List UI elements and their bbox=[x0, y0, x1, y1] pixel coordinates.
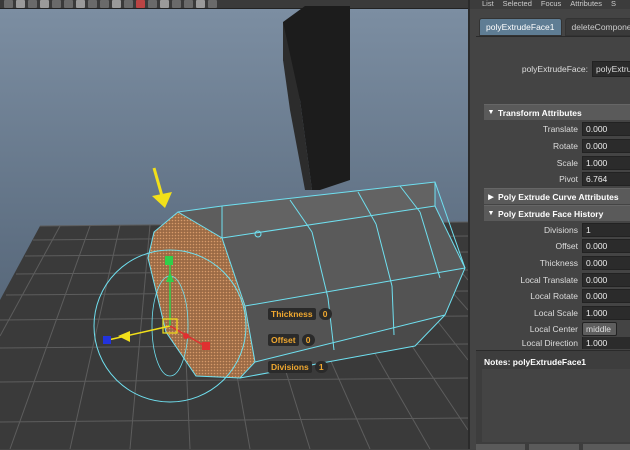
attr-field[interactable]: 6.764 bbox=[582, 172, 630, 186]
attr-field[interactable]: 0.000 bbox=[582, 122, 630, 136]
attr-local-direction: Local Direction 1.000 bbox=[484, 337, 630, 349]
hud-thickness[interactable]: Thickness 0 bbox=[268, 308, 332, 320]
attr-field[interactable]: 1 bbox=[582, 223, 630, 237]
attr-local-translate: Local Translate 0.000 bbox=[484, 272, 630, 288]
menu-attributes[interactable]: Attributes bbox=[570, 0, 602, 9]
attr-field[interactable]: 0.000 bbox=[582, 289, 630, 303]
node-name-row: polyExtrudeFace: polyExtrudeFace1 bbox=[470, 61, 630, 77]
expand-arrow-icon: ▶ bbox=[488, 193, 494, 201]
node-name-label: polyExtrudeFace: bbox=[521, 64, 588, 74]
attr-label: Thickness bbox=[539, 258, 578, 268]
attr-label: Translate bbox=[542, 124, 578, 134]
attr-scale: Scale 1.000 bbox=[484, 155, 630, 171]
attr-field[interactable]: 1.000 bbox=[582, 156, 630, 170]
hud-thickness-label: Thickness bbox=[268, 308, 316, 320]
attr-label: Local Direction bbox=[521, 338, 578, 348]
scene-canvas[interactable] bbox=[0, 0, 468, 449]
collapse-arrow-icon: ▼ bbox=[487, 210, 495, 217]
menu-s[interactable]: S bbox=[611, 0, 616, 9]
notes-textarea[interactable] bbox=[482, 369, 630, 442]
section-title: Poly Extrude Face History bbox=[498, 208, 604, 219]
node-name-field[interactable]: polyExtrudeFace1 bbox=[592, 61, 630, 77]
attr-divisions: Divisions 1 bbox=[484, 222, 630, 238]
menu-selected[interactable]: Selected bbox=[503, 0, 532, 9]
tab-polyextrudeface1[interactable]: polyExtrudeFace1 bbox=[479, 18, 562, 36]
attr-local-center: Local Center middle bbox=[484, 321, 630, 337]
attr-label: Local Translate bbox=[520, 275, 578, 285]
attr-label: Offset bbox=[555, 241, 578, 251]
hud-divisions-value[interactable]: 1 bbox=[314, 361, 328, 373]
menu-list[interactable]: List bbox=[482, 0, 494, 9]
notes-panel: Notes: polyExtrudeFace1 bbox=[476, 350, 630, 450]
tab-deletecomponent[interactable]: deleteComponent bbox=[564, 18, 630, 36]
attr-thickness: Thickness 0.000 bbox=[484, 255, 630, 271]
attr-rotate: Rotate 0.000 bbox=[484, 138, 630, 154]
section-title: Transform Attributes bbox=[498, 107, 582, 118]
attr-local-scale: Local Scale 1.000 bbox=[484, 305, 630, 321]
collapse-arrow-icon: ▼ bbox=[487, 109, 495, 116]
node-tabs: polyExtrudeFace1 deleteComponent bbox=[479, 18, 630, 36]
tab-divider bbox=[476, 36, 630, 37]
menu-focus[interactable]: Focus bbox=[541, 0, 561, 9]
local-center-dropdown[interactable]: middle bbox=[582, 322, 617, 336]
attr-label: Local Center bbox=[529, 324, 578, 334]
attr-translate: Translate 0.000 bbox=[484, 121, 630, 137]
hud-offset-label: Offset bbox=[268, 334, 299, 346]
attribute-editor-menubar: List Selected Focus Attributes S bbox=[470, 0, 630, 9]
attr-field[interactable]: 0.000 bbox=[582, 239, 630, 253]
attr-field[interactable]: 1.000 bbox=[582, 306, 630, 320]
attribute-editor: List Selected Focus Attributes S polyExt… bbox=[468, 0, 630, 450]
hud-divisions-label: Divisions bbox=[268, 361, 312, 373]
section-poly-extrude-curve[interactable]: ▶ Poly Extrude Curve Attributes bbox=[484, 188, 630, 204]
attr-label: Local Scale bbox=[534, 308, 578, 318]
attr-field[interactable]: 0.000 bbox=[582, 273, 630, 287]
hud-offset-value[interactable]: 0 bbox=[301, 334, 315, 346]
attr-offset: Offset 0.000 bbox=[484, 238, 630, 254]
attr-label: Local Rotate bbox=[530, 291, 578, 301]
attr-field[interactable]: 0.000 bbox=[582, 139, 630, 153]
attr-field[interactable]: 0.000 bbox=[582, 256, 630, 270]
bottom-button[interactable] bbox=[476, 444, 526, 450]
hud-offset[interactable]: Offset 0 bbox=[268, 334, 315, 346]
hud-divisions[interactable]: Divisions 1 bbox=[268, 361, 328, 373]
bottom-button[interactable] bbox=[529, 444, 579, 450]
bottom-buttons bbox=[476, 444, 630, 450]
attr-label: Scale bbox=[556, 158, 578, 168]
section-poly-extrude-face-history[interactable]: ▼ Poly Extrude Face History bbox=[484, 205, 630, 221]
attr-label: Pivot bbox=[559, 174, 578, 184]
attr-pivot: Pivot 6.764 bbox=[484, 171, 630, 187]
attr-label: Divisions bbox=[543, 225, 578, 235]
attr-label: Rotate bbox=[552, 141, 578, 151]
hud-thickness-value[interactable]: 0 bbox=[318, 308, 332, 320]
attr-field[interactable]: 1.000 bbox=[582, 337, 630, 349]
3d-viewport[interactable]: Thickness 0 Offset 0 Divisions 1 bbox=[0, 0, 468, 449]
section-transform-attributes[interactable]: ▼ Transform Attributes bbox=[484, 104, 630, 120]
arrow-annotation-icon bbox=[152, 167, 172, 208]
bottom-button[interactable] bbox=[582, 444, 630, 450]
attr-local-rotate: Local Rotate 0.000 bbox=[484, 288, 630, 304]
section-title: Poly Extrude Curve Attributes bbox=[498, 191, 619, 202]
